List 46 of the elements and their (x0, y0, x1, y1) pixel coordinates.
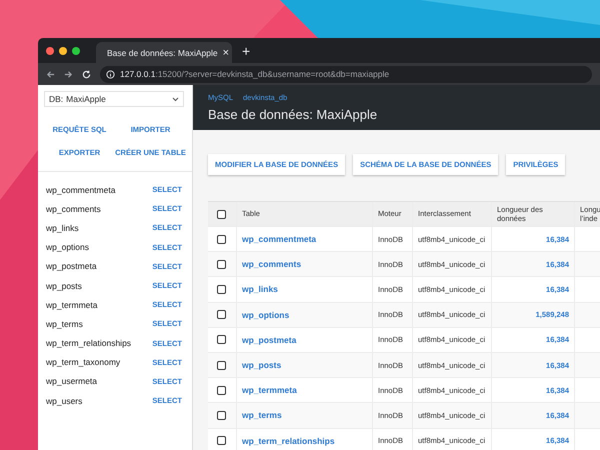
database-select[interactable]: DB: MaxiApple (44, 91, 184, 107)
select-all-checkbox[interactable] (217, 210, 226, 218)
minimize-window-button[interactable] (59, 46, 67, 54)
table-link[interactable]: wp_term_relationships (242, 436, 335, 446)
row-checkbox[interactable] (217, 234, 226, 244)
table-name: wp_links (46, 222, 79, 233)
table-name: wp_termmeta (46, 300, 98, 310)
table-name: wp_usermeta (46, 376, 98, 386)
table-name: wp_options (46, 242, 90, 252)
table-link[interactable]: wp_links (242, 284, 278, 294)
row-checkbox[interactable] (217, 436, 226, 446)
row-checkbox[interactable] (217, 260, 226, 269)
table-link[interactable]: wp_terms (242, 410, 282, 420)
row-checkbox[interactable] (217, 386, 226, 395)
new-tab-button[interactable]: + (238, 42, 254, 58)
table-name: wp_postmeta (46, 261, 97, 272)
table-link[interactable]: wp_posts (242, 360, 282, 370)
forward-icon[interactable] (64, 70, 73, 78)
row-checkbox[interactable] (217, 310, 226, 320)
browser-tab[interactable]: Base de données: MaxiApple × (96, 42, 232, 63)
table-link[interactable]: wp_comments (242, 259, 302, 270)
tab-title: Base de données: MaxiApple (107, 48, 218, 58)
chevron-down-icon (172, 96, 179, 102)
table-name: wp_users (46, 396, 82, 406)
row-checkbox[interactable] (217, 335, 226, 344)
table-link[interactable]: wp_postmeta (242, 334, 296, 345)
table-name: wp_comments (46, 204, 101, 214)
maximize-window-button[interactable] (72, 46, 80, 54)
table-name: wp_term_relationships (46, 338, 132, 348)
table-name: wp_posts (46, 280, 82, 291)
table-name: wp_term_taxonomy (46, 357, 120, 368)
reload-icon[interactable] (82, 70, 91, 78)
row-checkbox[interactable] (217, 284, 226, 294)
table-name: wp_commentmeta (46, 184, 116, 195)
info-icon (106, 70, 115, 78)
back-icon[interactable] (46, 70, 55, 78)
row-checkbox[interactable] (217, 360, 226, 370)
table-link[interactable]: wp_options (242, 310, 290, 320)
page-title: Base de données: MaxiApple (208, 107, 378, 122)
table-name: wp_terms (46, 318, 83, 329)
table-link[interactable]: wp_termmeta (242, 385, 297, 396)
row-checkbox[interactable] (217, 410, 226, 420)
address-field[interactable]: 127.0.0.1:15200/?server=devkinsta_db&username=root&db=maxiapple (100, 66, 592, 82)
tab-close-button[interactable]: × (222, 46, 230, 58)
table-link[interactable]: wp_commentmeta (242, 234, 316, 244)
close-window-button[interactable] (46, 46, 54, 54)
